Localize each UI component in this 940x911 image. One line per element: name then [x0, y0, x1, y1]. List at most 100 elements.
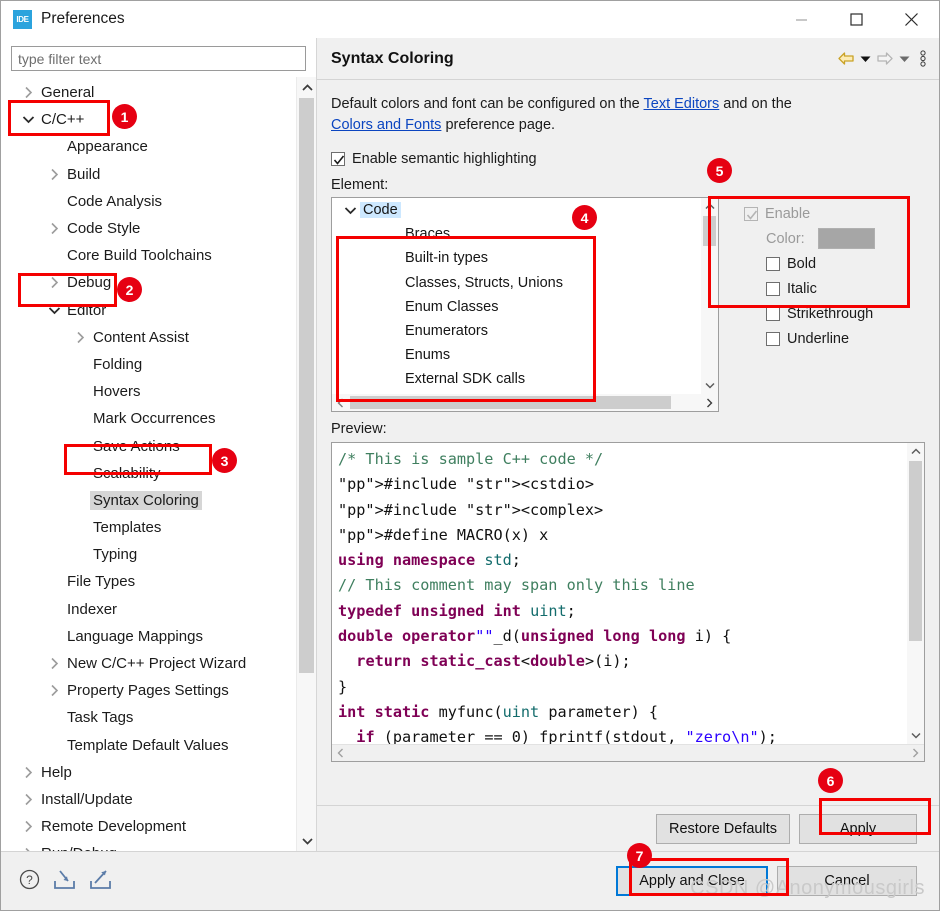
sidebar-item-mark-occurrences[interactable]: Mark Occurrences: [3, 405, 316, 432]
help-icon[interactable]: ?: [19, 869, 40, 893]
export-icon[interactable]: [89, 869, 112, 893]
sidebar-item-save-actions[interactable]: Save Actions: [3, 432, 316, 459]
option-enable-row[interactable]: Enable: [744, 201, 875, 226]
cancel-button[interactable]: Cancel: [777, 866, 917, 896]
forward-arrow-icon[interactable]: [876, 51, 894, 66]
sidebar-item-appearance[interactable]: Appearance: [3, 133, 316, 160]
bold-checkbox[interactable]: [766, 256, 780, 271]
element-item-built-in-types[interactable]: Built-in types: [332, 246, 718, 270]
close-icon[interactable]: [884, 1, 939, 38]
sidebar-item-help[interactable]: Help: [3, 759, 316, 786]
apply-button[interactable]: Apply: [799, 813, 917, 844]
option-underline-row[interactable]: Underline: [744, 326, 875, 351]
back-history-chevron-down-icon[interactable]: [860, 55, 871, 63]
option-italic-row[interactable]: Italic: [744, 276, 875, 301]
element-item-enumerators[interactable]: Enumerators: [332, 319, 718, 343]
forward-history-chevron-down-icon[interactable]: [899, 55, 910, 63]
chevron-right-icon[interactable]: [19, 793, 38, 806]
sidebar-item-debug[interactable]: Debug: [3, 269, 316, 296]
sidebar-item-content-assist[interactable]: Content Assist: [3, 324, 316, 351]
back-arrow-icon[interactable]: [837, 51, 855, 66]
element-scroll-right-icon[interactable]: [701, 394, 718, 411]
element-item-braces[interactable]: Braces: [332, 222, 718, 246]
element-item-code[interactable]: Code: [332, 198, 718, 222]
maximize-icon[interactable]: [829, 1, 884, 38]
underline-checkbox[interactable]: [766, 331, 780, 346]
enable-semantic-highlighting-checkbox[interactable]: [331, 152, 345, 166]
chevron-down-icon[interactable]: [340, 206, 360, 215]
strikethrough-checkbox[interactable]: [766, 306, 780, 321]
sidebar-item-folding[interactable]: Folding: [3, 351, 316, 378]
text-editors-link[interactable]: Text Editors: [644, 96, 720, 112]
element-scroll-left-icon[interactable]: [332, 394, 349, 411]
chevron-right-icon[interactable]: [71, 331, 90, 344]
sidebar-item-task-tags[interactable]: Task Tags: [3, 704, 316, 731]
scroll-up-icon[interactable]: [297, 77, 316, 98]
apply-and-close-button[interactable]: Apply and Close: [616, 866, 768, 896]
sidebar-item-editor[interactable]: Editor: [3, 297, 316, 324]
element-tree[interactable]: Code Braces Built-in types Classes, Structs…: [331, 197, 719, 412]
chevron-right-icon[interactable]: [19, 86, 38, 99]
search-input[interactable]: [11, 46, 306, 71]
chevron-right-icon[interactable]: [19, 766, 38, 779]
preview-scroll-left-icon[interactable]: [332, 745, 349, 762]
view-menu-vertical-dots-icon[interactable]: [920, 50, 926, 67]
option-strikethrough-row[interactable]: Strikethrough: [744, 301, 875, 326]
sidebar-item-indexer[interactable]: Indexer: [3, 596, 316, 623]
preview-scroll-down-icon[interactable]: [907, 727, 924, 744]
element-item-classes-structs-unions[interactable]: Classes, Structs, Unions: [332, 271, 718, 295]
chevron-right-icon[interactable]: [45, 657, 64, 670]
italic-checkbox[interactable]: [766, 281, 780, 296]
sidebar-item-hovers[interactable]: Hovers: [3, 378, 316, 405]
minimize-icon[interactable]: [774, 1, 829, 38]
chevron-down-icon[interactable]: [19, 115, 38, 124]
chevron-right-icon[interactable]: [45, 684, 64, 697]
element-item-enum-classes[interactable]: Enum Classes: [332, 295, 718, 319]
chevron-right-icon[interactable]: [19, 820, 38, 833]
sidebar-item-code-analysis[interactable]: Code Analysis: [3, 188, 316, 215]
preview-scroll-thumb[interactable]: [909, 461, 922, 641]
sidebar-item-c-c[interactable]: C/C++: [3, 106, 316, 133]
chevron-right-icon[interactable]: [45, 276, 64, 289]
preview-scroll-up-icon[interactable]: [907, 443, 924, 460]
chevron-down-icon[interactable]: [45, 306, 64, 315]
sidebar-item-language-mappings[interactable]: Language Mappings: [3, 623, 316, 650]
element-vertical-scrollbar[interactable]: [701, 198, 718, 394]
option-color-row[interactable]: Color:: [744, 226, 875, 251]
preview-box[interactable]: /* This is sample C++ code */ "pp">#incl…: [331, 442, 925, 762]
preview-scroll-right-icon[interactable]: [907, 745, 924, 762]
sidebar-item-templates[interactable]: Templates: [3, 514, 316, 541]
enable-semantic-highlighting-row[interactable]: Enable semantic highlighting: [331, 151, 925, 167]
sidebar-item-new-c-c-project-wizard[interactable]: New C/C++ Project Wizard: [3, 650, 316, 677]
sidebar-item-file-types[interactable]: File Types: [3, 568, 316, 595]
element-horizontal-scrollbar[interactable]: [332, 394, 718, 411]
element-hscroll-thumb[interactable]: [350, 396, 671, 409]
sidebar-item-core-build-toolchains[interactable]: Core Build Toolchains: [3, 242, 316, 269]
enable-checkbox[interactable]: [744, 206, 758, 221]
element-item-external-sdk-calls[interactable]: External SDK calls: [332, 367, 718, 391]
colors-and-fonts-link[interactable]: Colors and Fonts: [331, 117, 441, 133]
option-bold-row[interactable]: Bold: [744, 251, 875, 276]
import-icon[interactable]: [53, 869, 76, 893]
preview-vertical-scrollbar[interactable]: [907, 443, 924, 744]
sidebar-item-general[interactable]: General: [3, 79, 316, 106]
sidebar-item-run-debug[interactable]: Run/Debug: [3, 840, 316, 851]
chevron-right-icon[interactable]: [45, 168, 64, 181]
restore-defaults-button[interactable]: Restore Defaults: [656, 813, 790, 844]
scroll-down-icon[interactable]: [297, 830, 316, 851]
element-scroll-up-icon[interactable]: [701, 198, 718, 215]
sidebar-item-syntax-coloring[interactable]: Syntax Coloring: [3, 487, 316, 514]
element-item-enums[interactable]: Enums: [332, 343, 718, 367]
sidebar-item-property-pages-settings[interactable]: Property Pages Settings: [3, 677, 316, 704]
sidebar-item-code-style[interactable]: Code Style: [3, 215, 316, 242]
sidebar-item-scalability[interactable]: Scalability: [3, 460, 316, 487]
chevron-right-icon[interactable]: [45, 222, 64, 235]
element-scroll-down-icon[interactable]: [701, 377, 718, 394]
sidebar-item-install-update[interactable]: Install/Update: [3, 786, 316, 813]
preview-horizontal-scrollbar[interactable]: [332, 744, 924, 761]
sidebar-item-template-default-values[interactable]: Template Default Values: [3, 732, 316, 759]
sidebar-item-build[interactable]: Build: [3, 161, 316, 188]
tree-vertical-scrollbar[interactable]: [296, 77, 316, 851]
color-swatch[interactable]: [817, 228, 875, 249]
element-scroll-thumb[interactable]: [703, 216, 716, 246]
